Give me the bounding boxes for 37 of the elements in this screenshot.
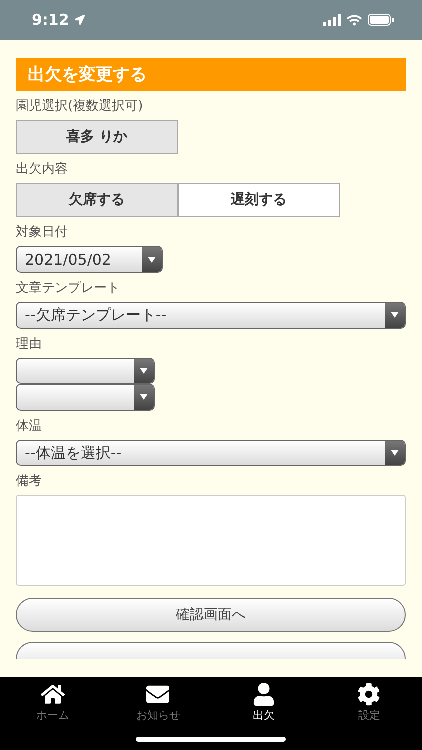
caret-icon — [140, 394, 148, 400]
caret-icon — [391, 312, 399, 318]
tab-item[interactable]: 出欠 — [211, 677, 316, 724]
reason-select[interactable] — [16, 358, 155, 384]
caret-icon — [391, 450, 399, 456]
notes-field[interactable] — [16, 495, 406, 586]
person-icon — [252, 683, 276, 706]
field-label: 対象日付 — [16, 224, 69, 242]
envelope-icon — [146, 683, 170, 706]
settings-icon — [357, 683, 382, 706]
field-label: 園児選択(複数選択可) — [16, 98, 144, 116]
caret-icon — [140, 368, 148, 374]
battery-icon — [368, 14, 394, 26]
segment-option[interactable]: 欠席する — [16, 183, 178, 218]
caret-icon — [148, 256, 156, 263]
field-label: 文章テンプレート — [16, 280, 121, 297]
date-select[interactable]: 2021/05/02 — [16, 246, 163, 273]
temperature-select[interactable]: --体温を選択-- — [16, 440, 406, 466]
field-label: 理由 — [16, 336, 43, 353]
field-label: 備考 — [16, 473, 43, 490]
tab-item[interactable]: 設定 — [316, 677, 422, 724]
page-header: 出欠を変更する — [16, 58, 406, 92]
form-button[interactable]: 確認画面へ — [16, 598, 406, 632]
signal-icon — [323, 14, 341, 26]
wifi-icon — [347, 12, 362, 28]
field-label: 体温 — [16, 418, 43, 435]
status-time: 9:12 — [32, 11, 70, 29]
form-button[interactable] — [16, 642, 406, 659]
tab-item[interactable]: お知らせ — [106, 677, 211, 724]
tab-item[interactable]: ホーム — [0, 677, 106, 724]
field-label: 出欠内容 — [16, 161, 69, 178]
reason-select[interactable] — [16, 384, 155, 411]
template-select[interactable]: --欠席テンプレート-- — [16, 302, 406, 329]
child-toggle[interactable]: 喜多 りか — [16, 120, 178, 154]
home-icon — [40, 683, 65, 706]
location-icon — [75, 15, 86, 25]
segment-option[interactable]: 遅刻する — [178, 183, 340, 218]
